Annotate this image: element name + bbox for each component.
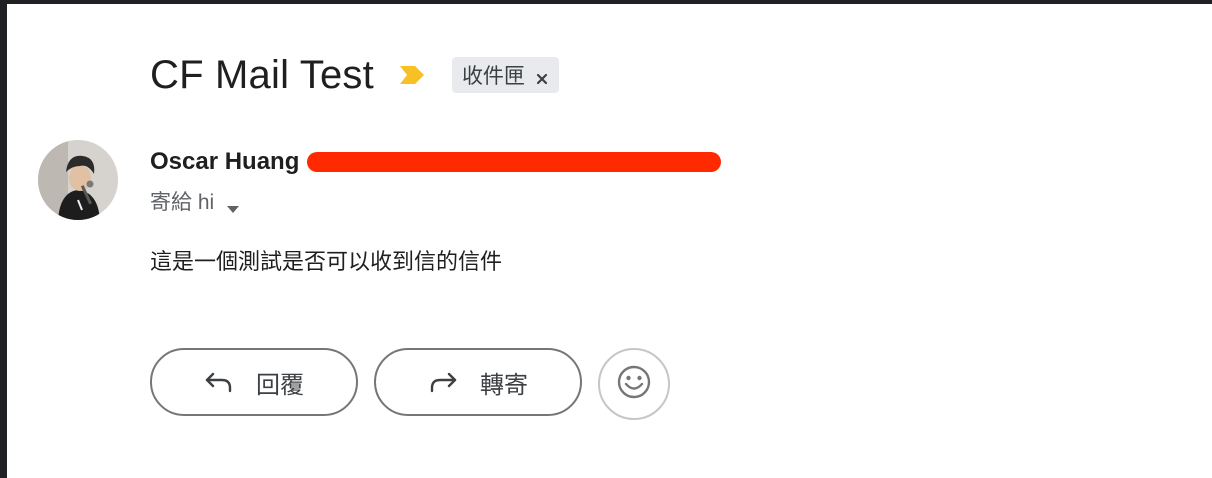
emoji-reaction-button[interactable]	[598, 348, 670, 420]
sender-name[interactable]: Oscar Huang	[150, 148, 299, 176]
importance-marker-icon[interactable]	[398, 64, 426, 86]
label-chip-text: 收件匣	[461, 65, 525, 88]
recipient-details-toggle[interactable]: 寄給 hi	[150, 186, 240, 216]
reply-label: 回覆	[256, 371, 304, 399]
close-icon[interactable]	[535, 68, 549, 85]
reply-button[interactable]: 回覆	[150, 348, 358, 416]
reply-arrow-icon	[204, 371, 234, 393]
redaction-mark	[305, 150, 723, 174]
caret-down-icon	[226, 196, 240, 213]
forward-label: 轉寄	[480, 371, 528, 399]
forward-arrow-icon	[428, 371, 458, 393]
avatar[interactable]	[38, 140, 118, 220]
email-body: 這是一個測試是否可以收到信的信件	[150, 249, 503, 274]
smiley-icon	[616, 364, 652, 405]
sender-row: Oscar Huang	[150, 144, 723, 180]
email-view: CF Mail Test 收件匣 Oscar Huang 寄給 hi 這是一個測…	[0, 0, 1212, 478]
inbox-label-chip[interactable]: 收件匣	[451, 57, 559, 93]
forward-button[interactable]: 轉寄	[374, 348, 582, 416]
email-subject: CF Mail Test	[150, 53, 374, 97]
recipient-line: 寄給 hi	[150, 191, 215, 214]
subject-row: CF Mail Test 收件匣	[150, 49, 559, 101]
